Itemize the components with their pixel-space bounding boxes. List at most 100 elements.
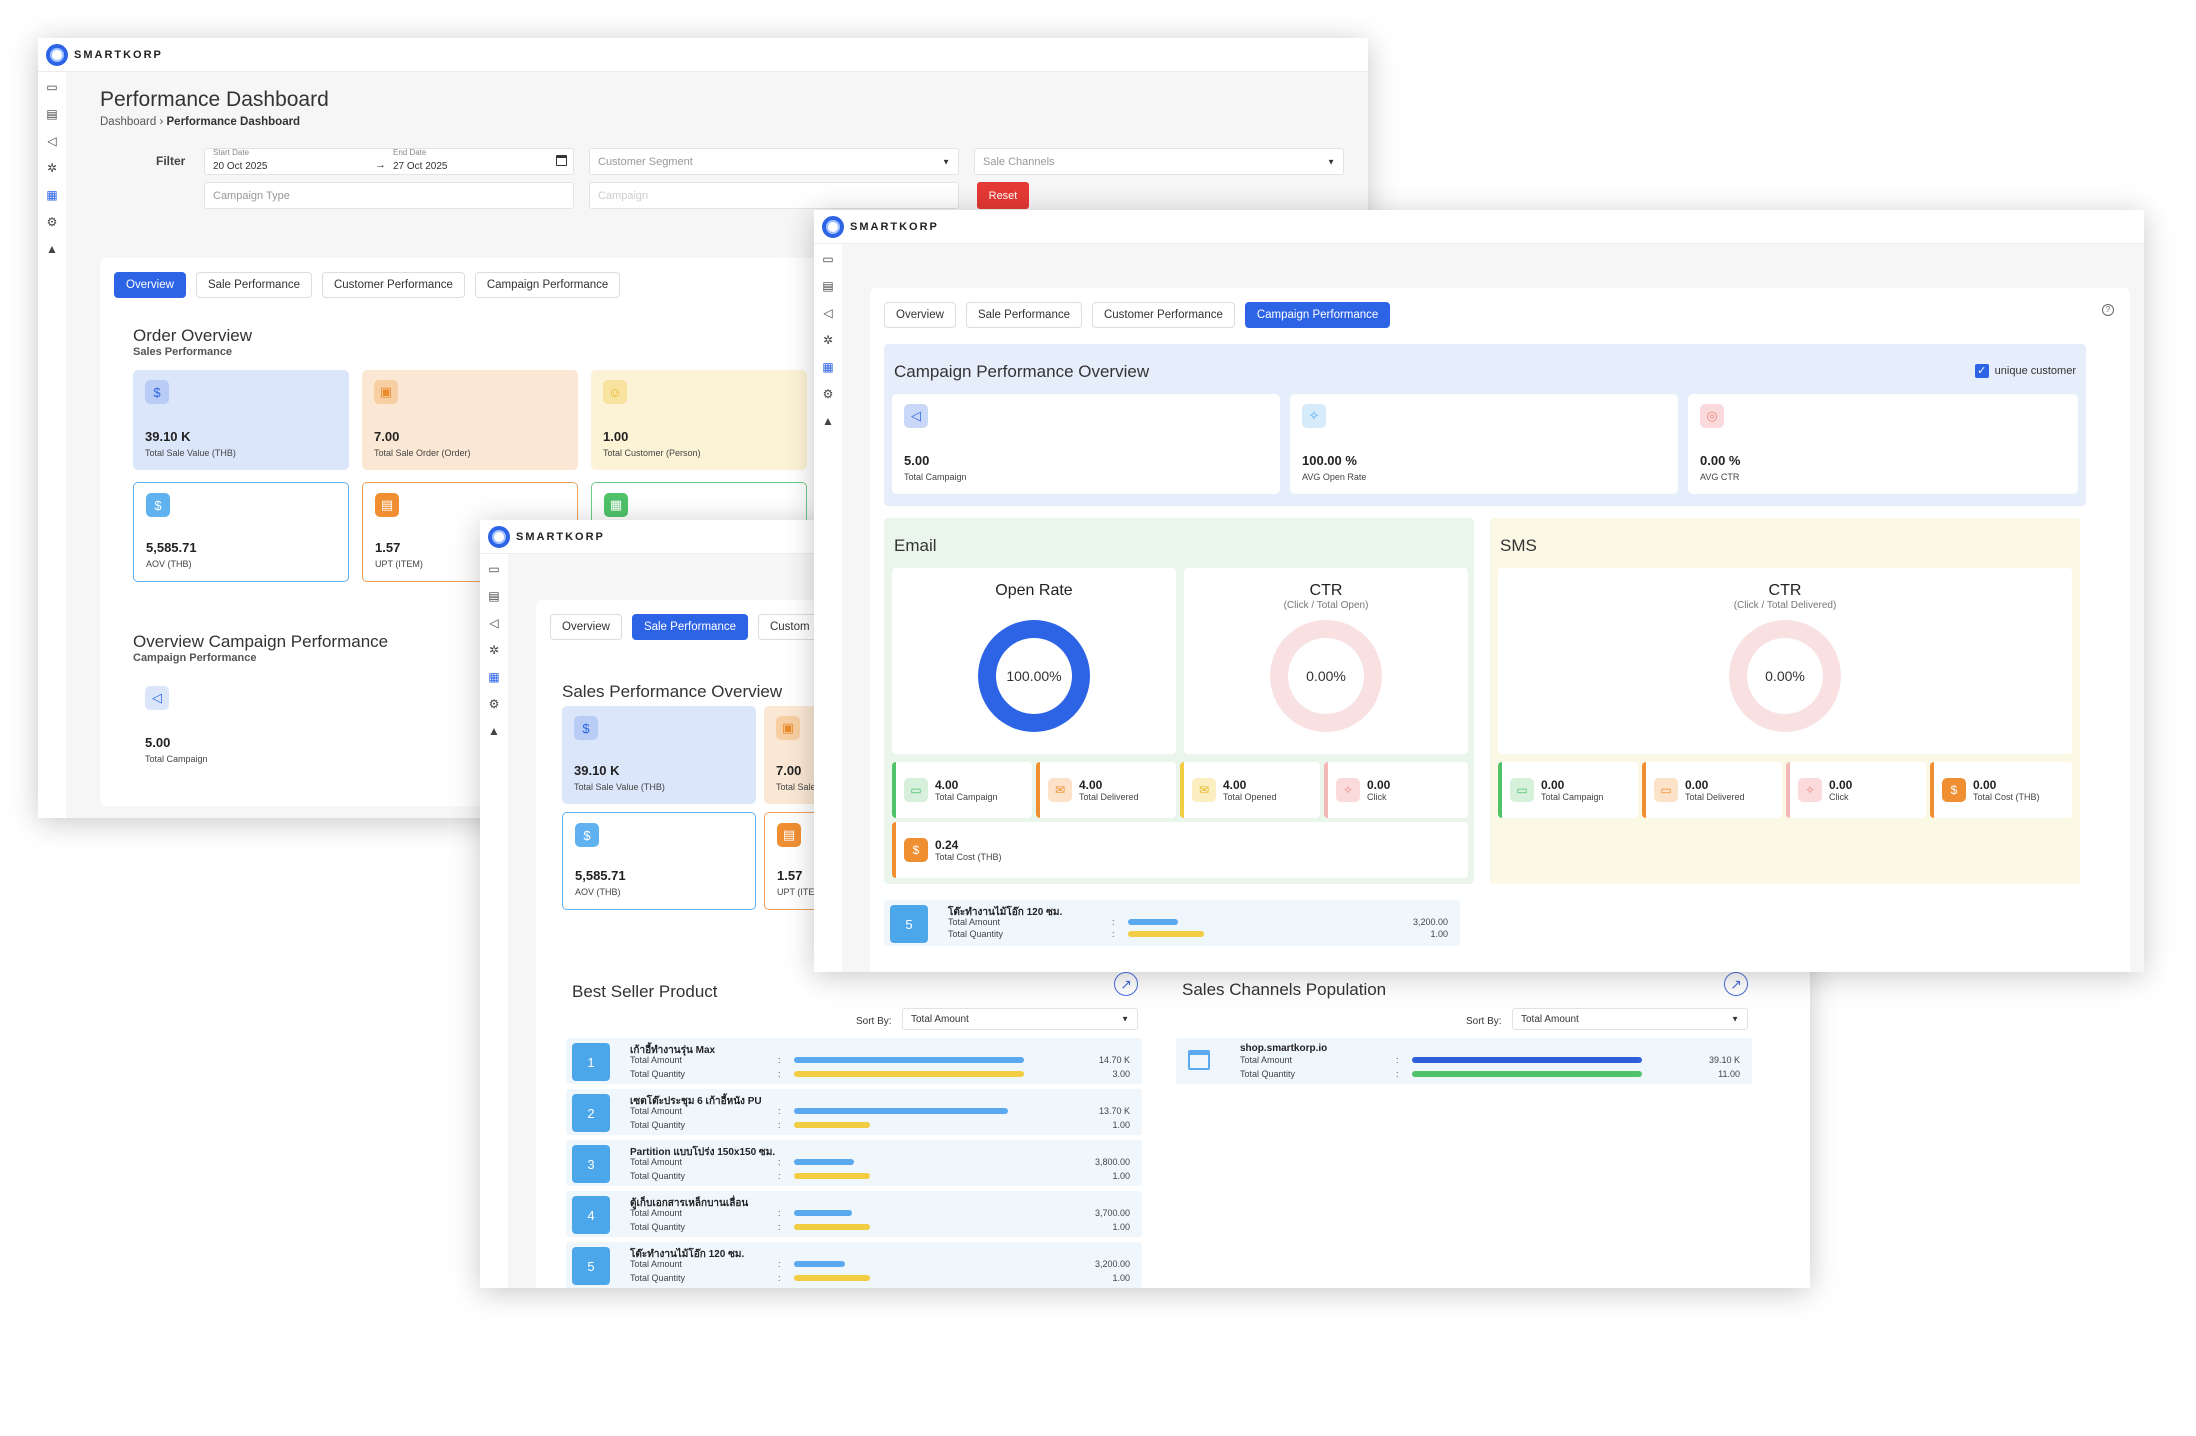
card-label: Total Sale Value (THB) [145, 448, 236, 458]
thumbs-up-icon[interactable]: ▲ [45, 242, 59, 256]
card-label: Total Campaign [904, 472, 967, 482]
product-row[interactable]: 4 ตู้เก็บเอกสารเหล็กบานเลื่อน Total Amount… [566, 1191, 1142, 1237]
channel-amount-value: 39.10 K [1708, 1055, 1740, 1065]
document-icon[interactable]: ▤ [487, 589, 501, 603]
dashboard-icon[interactable]: ▦ [45, 188, 59, 202]
quantity-value: 1.00 [1112, 1222, 1130, 1232]
colon: : [1112, 929, 1115, 939]
rank-badge: 1 [572, 1043, 610, 1081]
checkbox-checked-icon: ✓ [1974, 364, 1989, 378]
megaphone-icon[interactable]: ◁ [821, 306, 835, 320]
logo[interactable]: SMARTKORP [822, 215, 939, 238]
tab-overview[interactable]: Overview [114, 272, 186, 298]
tab-sale-performance[interactable]: Sale Performance [965, 302, 1082, 328]
settings-icon[interactable]: ✲ [821, 333, 835, 347]
sms-click: ✧ 0.00 Click [1786, 762, 1926, 818]
peek-product-row[interactable]: 5 โต๊ะทำงานไม้โอ๊ก 120 ซม. Total Amount … [884, 900, 1460, 946]
money-bag-icon: $ [1942, 778, 1966, 802]
logo[interactable]: SMARTKORP [488, 525, 605, 548]
breadcrumb-root[interactable]: Dashboard [100, 116, 156, 128]
card-value: 0.00 % [1700, 453, 1741, 468]
channel-quantity-bar [1412, 1071, 1642, 1077]
gear-icon[interactable]: ⚙ [487, 697, 501, 711]
amount-bar [794, 1261, 845, 1267]
document-icon[interactable]: ▤ [821, 279, 835, 293]
tab-campaign-performance[interactable]: Campaign Performance [474, 272, 621, 298]
rank-badge: 5 [890, 905, 928, 943]
expand-best-seller-icon[interactable]: ↗ [1114, 972, 1138, 996]
channel-row[interactable]: shop.smartkorp.io Total Amount Total Qua… [1176, 1038, 1752, 1084]
amount-label: Total Amount [948, 917, 1001, 927]
stat-label: Total Campaign [1541, 792, 1604, 802]
stat-label: Total Delivered [1079, 792, 1139, 802]
calendar-icon[interactable]: ▭ [821, 252, 835, 266]
date-range-input[interactable]: Start Date 20 Oct 2025 → End Date 27 Oct… [204, 148, 574, 175]
amount-label: Total Amount [630, 1208, 683, 1218]
calendar-icon[interactable]: ▭ [45, 80, 59, 94]
sidebar: ▭ ▤ ◁ ✲ ▦ ⚙ ▲ [480, 554, 508, 1288]
thumbs-up-icon[interactable]: ▲ [487, 724, 501, 738]
tab-customer-performance[interactable]: Custom [757, 614, 822, 640]
tab-customer-performance[interactable]: Customer Performance [321, 272, 465, 298]
total-sale-value-card: $ 39.10 K Total Sale Value (THB) [562, 706, 756, 804]
gear-icon[interactable]: ⚙ [821, 387, 835, 401]
quantity-label: Total Quantity [630, 1171, 686, 1181]
open-envelope-icon: ✉ [1192, 778, 1216, 802]
campaign-type-select[interactable]: Campaign Type [204, 182, 574, 209]
help-icon[interactable]: ? [2102, 304, 2114, 316]
customer-segment-select[interactable]: Customer Segment ▼ [589, 148, 959, 175]
card-value: 5.00 [145, 735, 171, 750]
expand-channels-icon[interactable]: ↗ [1724, 972, 1748, 996]
document-icon[interactable]: ▤ [45, 107, 59, 121]
product-row[interactable]: 3 Partition แบบโปร่ง 150x150 ซม. Total Amo… [566, 1140, 1142, 1186]
card-label: Total Sale Order (Order) [374, 448, 471, 458]
quantity-value: 1.00 [1112, 1171, 1130, 1181]
open-rate-gauge: 100.00% [978, 620, 1090, 732]
card-value: 100.00 % [1302, 453, 1357, 468]
tab-sale-performance[interactable]: Sale Performance [195, 272, 312, 298]
amount-value: 3,200.00 [1412, 917, 1448, 927]
box-icon: ▤ [375, 493, 399, 517]
chevron-down-icon: ▼ [1121, 1014, 1129, 1024]
message-icon: ▭ [904, 778, 928, 802]
settings-icon[interactable]: ✲ [45, 161, 59, 175]
tab-overview[interactable]: Overview [884, 302, 956, 328]
colon: : [1112, 917, 1115, 927]
channels-sort-select[interactable]: Total Amount ▼ [1512, 1008, 1748, 1030]
product-row[interactable]: 2 เซตโต๊ะประชุม 6 เก้าอี้หนัง PU Total Amo… [566, 1089, 1142, 1135]
title-bar: SMARTKORP [38, 38, 1368, 72]
rank-badge: 4 [572, 1196, 610, 1234]
tab-customer-performance[interactable]: Customer Performance [1091, 302, 1235, 328]
stat-label: Click [1367, 792, 1387, 802]
dashboard-icon[interactable]: ▦ [487, 670, 501, 684]
campaign-overview-title: Overview Campaign Performance [133, 632, 389, 651]
megaphone-icon[interactable]: ◁ [45, 134, 59, 148]
tab-overview[interactable]: Overview [550, 614, 622, 640]
amount-bar [794, 1159, 854, 1165]
sms-ctr-panel: CTR (Click / Total Delivered) 0.00% [1498, 568, 2072, 754]
calendar-icon[interactable]: ▭ [487, 562, 501, 576]
bag-icon: ▣ [776, 716, 800, 740]
product-row[interactable]: 1 เก้าอี้ทำงานรุ่น Max Total Amount Total Q… [566, 1038, 1142, 1084]
product-row[interactable]: 5 โต๊ะทำงานไม้โอ๊ก 120 ซม. Total Amount Tot… [566, 1242, 1142, 1288]
reset-button[interactable]: Reset [977, 182, 1029, 209]
settings-icon[interactable]: ✲ [487, 643, 501, 657]
card-label: Total Sale Value (THB) [574, 782, 665, 792]
megaphone-icon[interactable]: ◁ [487, 616, 501, 630]
dollar-icon: $ [574, 716, 598, 740]
gear-icon[interactable]: ⚙ [45, 215, 59, 229]
colon: : [778, 1157, 781, 1167]
colon: : [778, 1106, 781, 1116]
open-rate-title: Open Rate [995, 582, 1073, 599]
sale-channels-select[interactable]: Sale Channels ▼ [974, 148, 1344, 175]
tab-sale-performance[interactable]: Sale Performance [631, 614, 748, 640]
dashboard-icon[interactable]: ▦ [821, 360, 835, 374]
calendar-picker-icon[interactable] [556, 155, 567, 166]
unique-customer-checkbox[interactable]: ✓ unique customer [1974, 364, 2076, 378]
logo[interactable]: SMARTKORP [46, 43, 163, 66]
tab-campaign-performance[interactable]: Campaign Performance [1244, 302, 1391, 328]
sort-by-select[interactable]: Total Amount ▼ [902, 1008, 1138, 1030]
thumbs-up-icon[interactable]: ▲ [821, 414, 835, 428]
sms-block: SMS CTR (Click / Total Delivered) 0.00% … [1490, 518, 2080, 884]
campaign-select[interactable]: Campaign [589, 182, 959, 209]
